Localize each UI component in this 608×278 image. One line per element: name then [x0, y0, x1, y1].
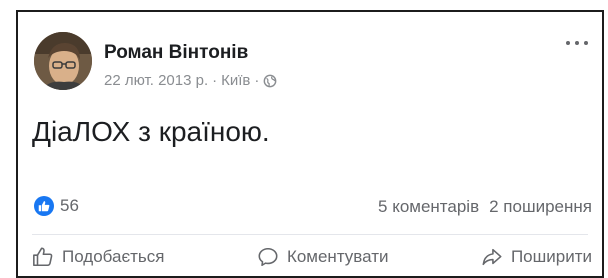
avatar[interactable] [34, 32, 92, 90]
action-bar: Подобається Коментувати Поширити [32, 246, 592, 268]
like-reaction-icon [34, 196, 54, 216]
dot [584, 41, 588, 45]
comment-button[interactable]: Коментувати [257, 246, 389, 268]
comment-label: Коментувати [286, 247, 389, 266]
meta-separator: · [254, 72, 260, 89]
engagement-stats: 5 коментарів 2 поширення [378, 197, 592, 217]
reactions-summary[interactable]: 56 [34, 196, 79, 216]
comments-count[interactable]: 5 коментарів [378, 197, 479, 217]
post-card: Роман Вінтонів 22 лют. 2013 р. · Київ · … [16, 10, 604, 278]
avatar-image [34, 32, 92, 90]
dot [566, 41, 570, 45]
shares-count[interactable]: 2 поширення [489, 197, 592, 217]
more-options-icon[interactable] [566, 38, 588, 48]
thumbs-up-icon [33, 247, 53, 267]
like-label: Подобається [62, 247, 165, 266]
meta-separator: · [212, 72, 218, 89]
reactions-count: 56 [60, 196, 79, 215]
share-button[interactable]: Поширити [481, 246, 592, 268]
comment-bubble-icon [258, 247, 278, 267]
post-location[interactable]: Київ [221, 72, 250, 89]
author-name[interactable]: Роман Вінтонів [104, 42, 248, 64]
globe-icon[interactable] [263, 74, 277, 88]
post-meta: 22 лют. 2013 р. · Київ · [104, 72, 277, 89]
like-button[interactable]: Подобається [32, 246, 165, 268]
post-text: ДіаЛОХ з країною. [32, 116, 270, 147]
post-date[interactable]: 22 лют. 2013 р. [104, 72, 208, 89]
divider [32, 234, 588, 235]
share-arrow-icon [482, 248, 502, 266]
dot [575, 41, 579, 45]
share-label: Поширити [510, 247, 592, 266]
